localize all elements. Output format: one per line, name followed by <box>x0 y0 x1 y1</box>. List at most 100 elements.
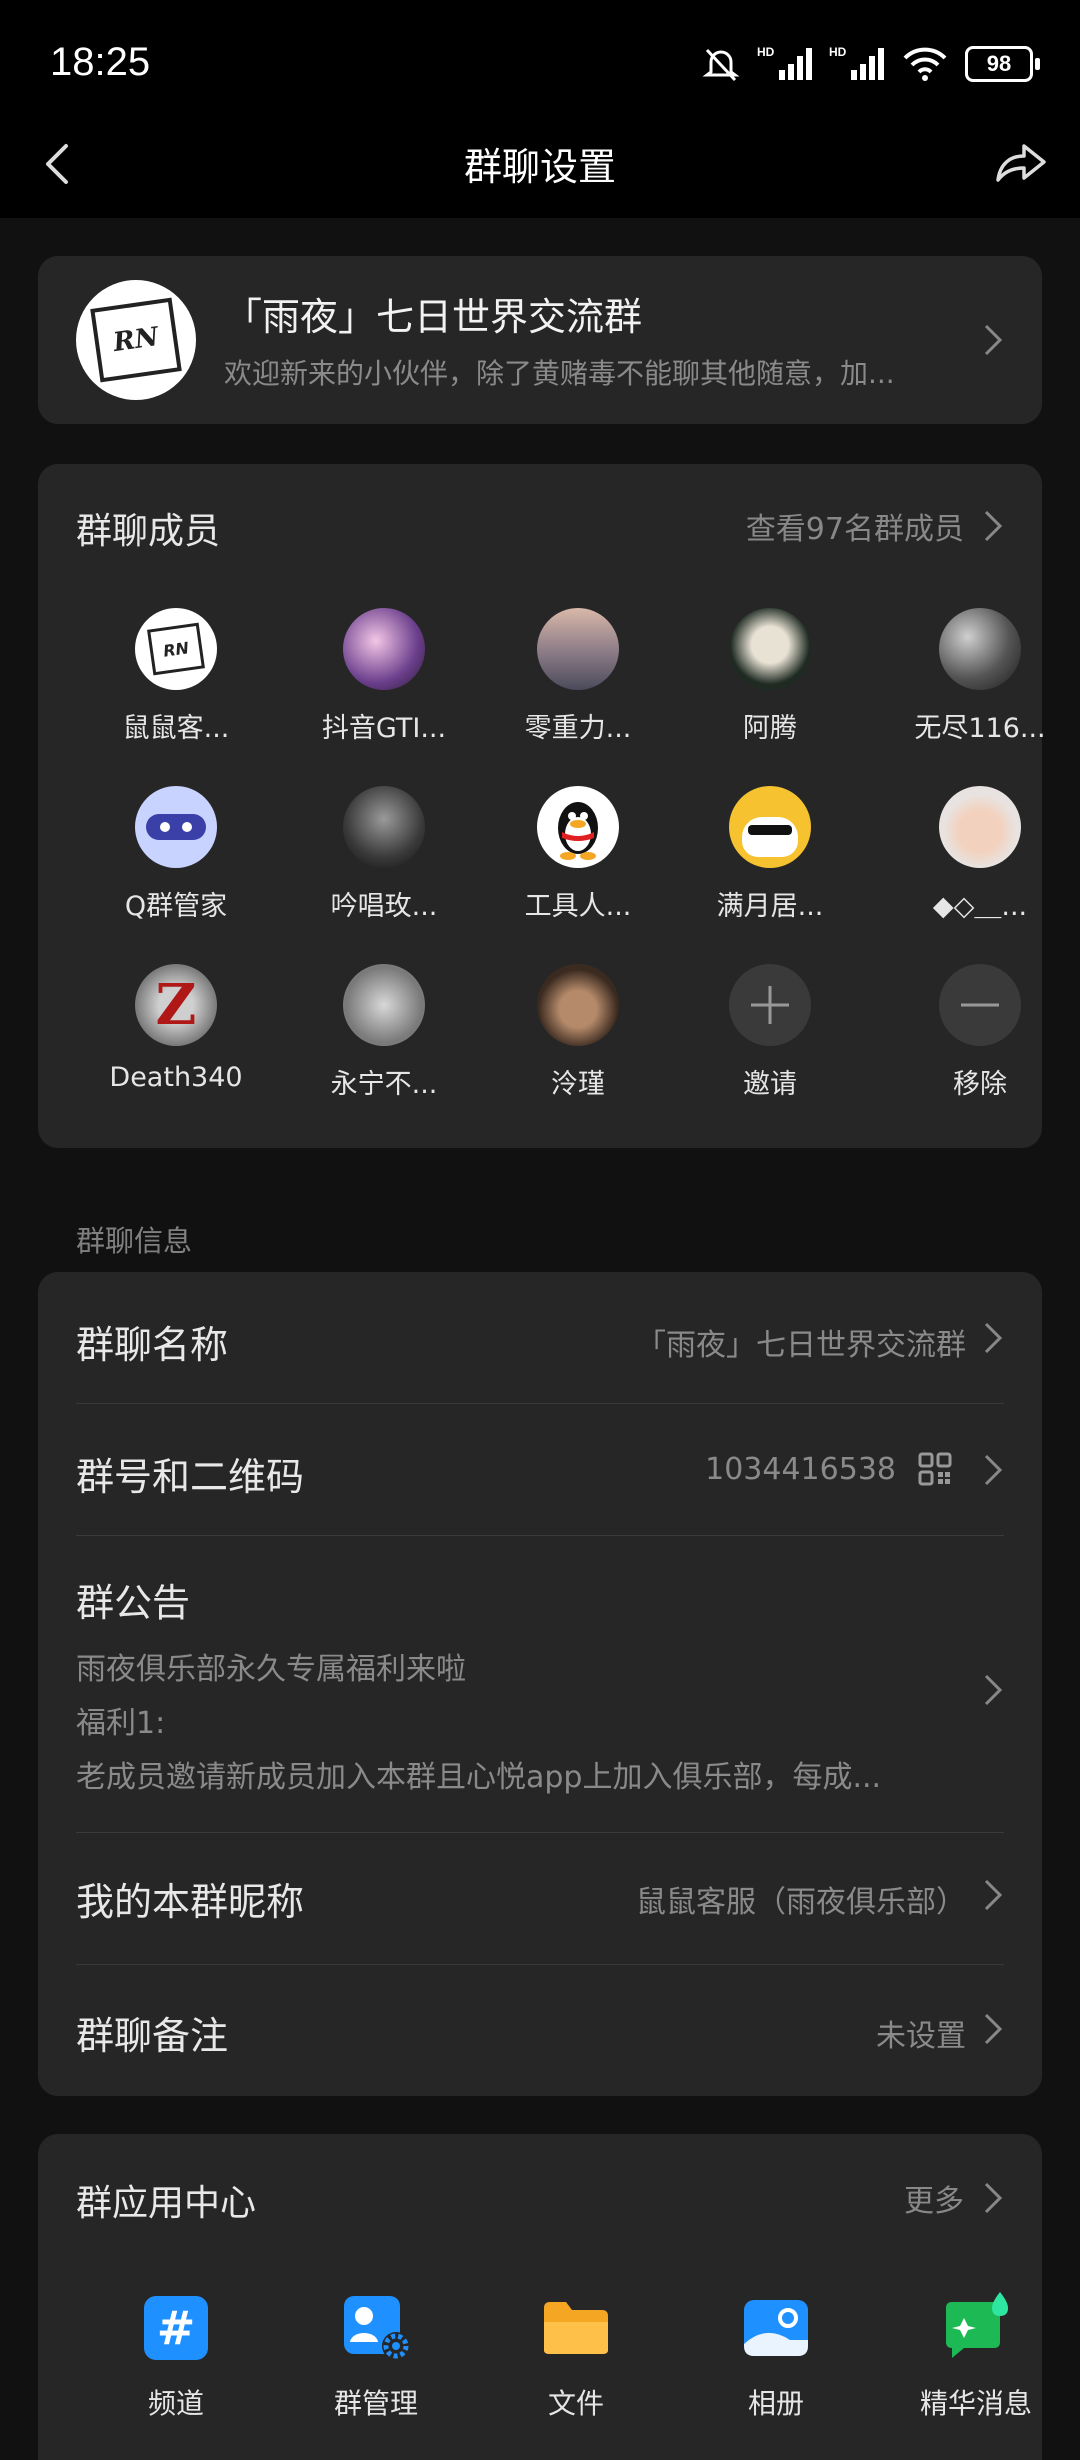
group-name-label: 群聊名称 <box>76 1323 229 1367</box>
qq-penguin-icon <box>537 786 619 868</box>
my-nickname-label: 我的本群昵称 <box>76 1880 305 1924</box>
member-item[interactable]: RN 鼠鼠客... <box>86 608 266 745</box>
chevron-right-icon <box>984 2182 1003 2214</box>
app-center-card: 群应用中心 更多 # 频道 群管理 文件 相册 精华消息 <box>38 2134 1042 2460</box>
group-avatar[interactable]: RN <box>76 280 196 400</box>
group-avatar-logo: RN <box>90 297 182 383</box>
member-name: 无尽116... <box>914 713 1046 744</box>
app-channel[interactable]: # 频道 <box>86 2292 266 2422</box>
member-item[interactable]: Z Death340 <box>86 964 266 1093</box>
member-name: 满月居... <box>716 891 824 922</box>
group-number-label: 群号和二维码 <box>76 1455 305 1499</box>
chevron-right-icon <box>984 324 1003 356</box>
group-remark-value: 未设置 <box>876 2019 966 2054</box>
group-name-row[interactable]: 群聊名称 「雨夜」七日世界交流群 <box>38 1272 1042 1402</box>
member-item[interactable]: 吟唱玫... <box>294 786 474 923</box>
member-avatar <box>343 608 425 690</box>
channel-hash-icon: # <box>140 2292 212 2364</box>
group-manage-icon <box>340 2292 412 2364</box>
view-all-members-link[interactable]: 查看97名群成员 <box>746 504 1006 548</box>
my-nickname-row[interactable]: 我的本群昵称 鼠鼠客服（雨夜俱乐部） <box>38 1833 1042 1963</box>
chevron-right-icon <box>984 2013 1003 2045</box>
member-item[interactable]: 抖音GTI... <box>294 608 474 745</box>
app-album[interactable]: 相册 <box>686 2292 866 2422</box>
group-name: 「雨夜」七日世界交流群 <box>224 295 643 339</box>
chevron-right-icon <box>984 510 1003 542</box>
wifi-icon <box>903 47 947 81</box>
app-label: 文件 <box>547 2387 604 2420</box>
member-name: 阿腾 <box>743 713 797 744</box>
section-caption-group-info: 群聊信息 <box>76 1224 193 1258</box>
member-avatar <box>135 786 217 868</box>
member-item[interactable]: Q群管家 <box>86 786 266 923</box>
app-label: 相册 <box>747 2387 804 2420</box>
member-item[interactable]: ◆◇＿... <box>890 786 1070 923</box>
member-avatar <box>343 964 425 1046</box>
member-item[interactable]: 永宁不... <box>294 964 474 1101</box>
member-avatar: RN <box>135 608 217 690</box>
remove-label: 移除 <box>953 1069 1007 1100</box>
member-avatar: Z <box>135 964 217 1046</box>
share-icon[interactable] <box>990 134 1050 194</box>
chevron-right-icon <box>984 1322 1003 1354</box>
nav-bar: 群聊设置 <box>0 118 1080 218</box>
app-label: 精华消息 <box>919 2387 1032 2420</box>
member-name: Q群管家 <box>124 891 228 922</box>
member-name: 工具人... <box>524 891 632 922</box>
battery-level: 98 <box>965 46 1033 82</box>
remove-member-button[interactable]: 移除 <box>890 964 1070 1101</box>
status-icons: HD HD 98 <box>701 44 1040 84</box>
app-center-more-link[interactable]: 更多 <box>904 2176 1006 2220</box>
member-item[interactable]: 泠瑾 <box>488 964 668 1101</box>
battery: 98 <box>965 46 1040 82</box>
status-time: 18:25 <box>50 40 151 84</box>
member-name: 永宁不... <box>330 1069 438 1100</box>
mute-bell-icon <box>702 48 740 82</box>
chevron-right-icon <box>984 1454 1003 1486</box>
members-title: 群聊成员 <box>76 511 221 552</box>
notice-line: 雨夜俱乐部永久专属福利来啦 <box>76 1652 466 1687</box>
app-center-title: 群应用中心 <box>76 2183 257 2224</box>
group-header-card[interactable]: RN 「雨夜」七日世界交流群 欢迎新来的小伙伴，除了黄赌毒不能聊其他随意，加..… <box>38 256 1042 424</box>
member-item[interactable]: 满月居... <box>680 786 860 923</box>
svg-text:HD: HD <box>757 45 775 59</box>
group-remark-label: 群聊备注 <box>76 2014 229 2058</box>
group-number-row[interactable]: 群号和二维码 1034416538 <box>38 1404 1042 1534</box>
member-avatar <box>729 608 811 690</box>
app-files[interactable]: 文件 <box>486 2292 666 2422</box>
svg-text:#: # <box>157 2301 196 2355</box>
group-remark-row[interactable]: 群聊备注 未设置 <box>38 1965 1042 2095</box>
member-avatar <box>537 964 619 1046</box>
plus-icon <box>729 964 811 1046</box>
invite-member-button[interactable]: 邀请 <box>680 964 860 1101</box>
member-item[interactable]: 无尽116... <box>890 608 1070 745</box>
svg-text:HD: HD <box>829 45 847 59</box>
notice-line: 老成员邀请新成员加入本群且心悦app上加入俱乐部，每成... <box>76 1760 882 1795</box>
page-title: 群聊设置 <box>463 145 616 189</box>
essence-message-icon <box>940 2292 1012 2364</box>
my-nickname-value: 鼠鼠客服（雨夜俱乐部） <box>636 1885 966 1920</box>
status-bar: 18:25 HD HD 98 <box>0 0 1080 130</box>
group-name-value: 「雨夜」七日世界交流群 <box>636 1328 966 1363</box>
app-group-manage[interactable]: 群管理 <box>286 2292 466 2422</box>
group-notice-label: 群公告 <box>76 1581 191 1625</box>
view-all-members-label: 查看97名群成员 <box>745 512 964 547</box>
group-notice-row[interactable]: 群公告 雨夜俱乐部永久专属福利来啦 福利1: 老成员邀请新成员加入本群且心悦ap… <box>38 1536 1042 1804</box>
app-essence-messages[interactable]: 精华消息 <box>886 2292 1066 2422</box>
group-description: 欢迎新来的小伙伴，除了黄赌毒不能聊其他随意，加... <box>224 357 895 390</box>
notice-line: 福利1: <box>76 1706 166 1741</box>
member-name: 吟唱玫... <box>330 891 438 922</box>
member-avatar <box>729 786 811 868</box>
qr-code-icon[interactable] <box>918 1452 952 1486</box>
member-item[interactable]: 零重力... <box>488 608 668 745</box>
group-info-card: 群聊名称 「雨夜」七日世界交流群 群号和二维码 1034416538 群公告 雨… <box>38 1272 1042 2096</box>
album-icon <box>740 2292 812 2364</box>
member-item[interactable]: 阿腾 <box>680 608 860 745</box>
invite-label: 邀请 <box>743 1069 797 1100</box>
minus-icon <box>939 964 1021 1046</box>
member-name: 抖音GTI... <box>321 713 447 744</box>
member-item[interactable]: 工具人... <box>488 786 668 923</box>
more-label: 更多 <box>904 2184 964 2219</box>
app-label: 频道 <box>147 2387 204 2420</box>
chevron-right-icon <box>984 1879 1003 1911</box>
